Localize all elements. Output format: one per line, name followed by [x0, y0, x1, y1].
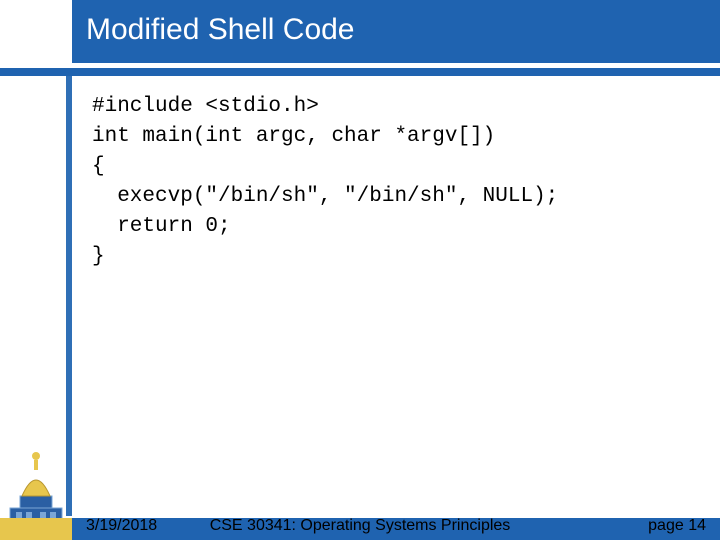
- footer-course: CSE 30341: Operating Systems Principles: [0, 517, 720, 535]
- code-line: #include <stdio.h>: [92, 95, 319, 118]
- page-title: Modified Shell Code: [86, 13, 355, 47]
- footer-page-number: page 14: [648, 517, 706, 535]
- code-line: return 0;: [92, 215, 231, 238]
- code-line: {: [92, 155, 105, 178]
- code-line: }: [92, 245, 105, 268]
- code-line: execvp("/bin/sh", "/bin/sh", NULL);: [92, 185, 558, 208]
- header-left-gap: [0, 0, 72, 68]
- code-block: #include <stdio.h> int main(int argc, ch…: [92, 92, 558, 272]
- header-thin-strip: [0, 68, 720, 76]
- code-line: int main(int argc, char *argv[]): [92, 125, 495, 148]
- slide: Modified Shell Code #include <stdio.h> i…: [0, 0, 720, 540]
